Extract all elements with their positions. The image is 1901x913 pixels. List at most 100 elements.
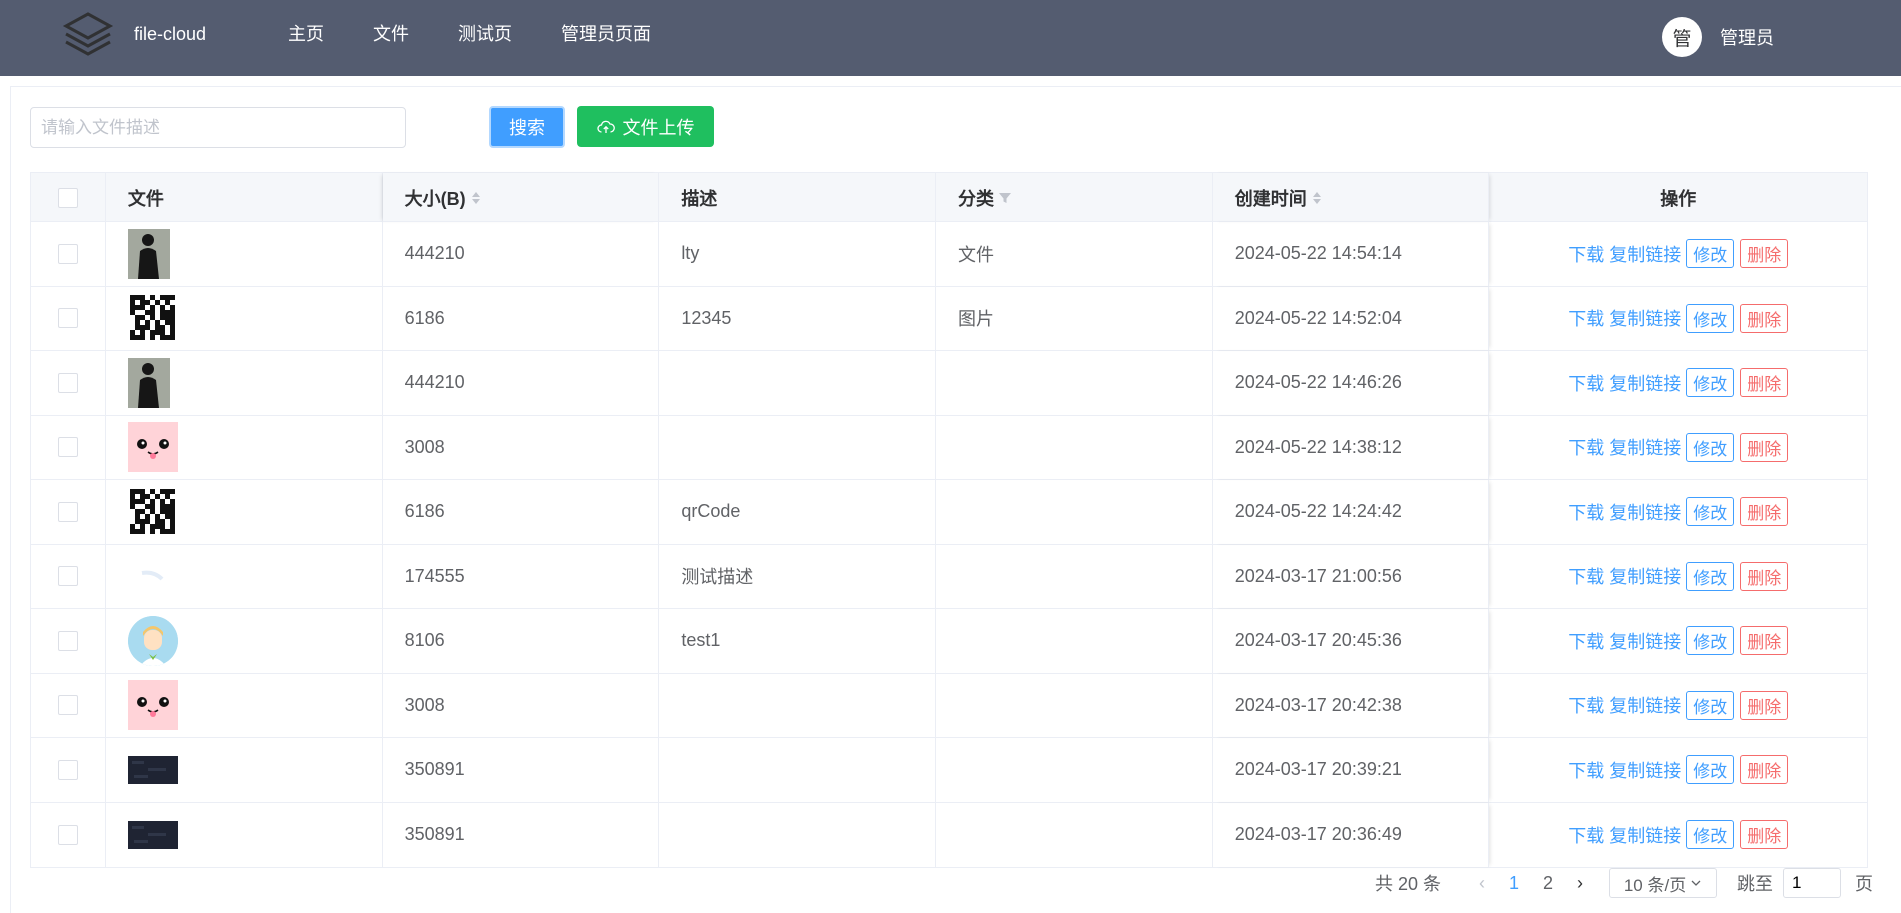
page-suffix: 页 bbox=[1855, 874, 1874, 894]
nav-item-test[interactable]: 测试页 bbox=[458, 20, 512, 46]
nav-item-files[interactable]: 文件 bbox=[373, 20, 409, 46]
next-page-icon[interactable]: › bbox=[1565, 873, 1595, 894]
desc-cell: 12345 bbox=[659, 286, 937, 350]
file-cell bbox=[106, 415, 383, 479]
search-input[interactable] bbox=[30, 107, 406, 148]
user-avatar[interactable]: 管 bbox=[1662, 17, 1702, 57]
sort-icon[interactable] bbox=[471, 191, 480, 204]
delete-button[interactable]: 删除 bbox=[1740, 755, 1789, 785]
delete-button[interactable]: 删除 bbox=[1740, 303, 1789, 333]
table-header: 文件 大小(B) 描述 分类 创建时间 操作 bbox=[31, 173, 1867, 222]
row-checkbox[interactable] bbox=[57, 630, 78, 651]
edit-button[interactable]: 修改 bbox=[1686, 497, 1735, 527]
edit-button[interactable]: 修改 bbox=[1686, 690, 1735, 720]
row-checkbox[interactable] bbox=[57, 824, 78, 845]
row-checkbox[interactable] bbox=[57, 308, 78, 329]
download-link[interactable]: 下载 bbox=[1568, 757, 1604, 783]
delete-button[interactable]: 删除 bbox=[1740, 690, 1789, 720]
edit-button[interactable]: 修改 bbox=[1686, 239, 1735, 269]
prev-page-icon[interactable]: ‹ bbox=[1467, 873, 1497, 894]
created-cell: 2024-03-17 20:45:36 bbox=[1213, 609, 1490, 673]
upload-button[interactable]: 文件上传 bbox=[577, 106, 714, 147]
header-category[interactable]: 分类 bbox=[936, 173, 1213, 222]
file-cell bbox=[106, 222, 383, 286]
row-checkbox[interactable] bbox=[57, 243, 78, 264]
upload-button-label: 文件上传 bbox=[622, 117, 695, 138]
download-link[interactable]: 下载 bbox=[1568, 499, 1604, 525]
edit-button[interactable]: 修改 bbox=[1686, 820, 1735, 850]
search-button[interactable]: 搜索 bbox=[489, 106, 565, 148]
copy-link[interactable]: 复制链接 bbox=[1609, 499, 1681, 525]
select-all-checkbox[interactable] bbox=[57, 187, 78, 208]
size-cell: 350891 bbox=[383, 738, 660, 802]
ops-cell: 下载 复制链接 修改 删除 bbox=[1489, 416, 1867, 480]
download-link[interactable]: 下载 bbox=[1568, 692, 1604, 718]
edit-button[interactable]: 修改 bbox=[1686, 561, 1735, 591]
row-checkbox[interactable] bbox=[57, 437, 78, 458]
filter-icon[interactable] bbox=[998, 192, 1012, 204]
ops-cell: 下载 复制链接 修改 删除 bbox=[1489, 609, 1867, 673]
copy-link[interactable]: 复制链接 bbox=[1609, 628, 1681, 654]
row-checkbox[interactable] bbox=[57, 566, 78, 587]
copy-link[interactable]: 复制链接 bbox=[1609, 370, 1681, 396]
delete-button[interactable]: 删除 bbox=[1740, 432, 1789, 462]
copy-link[interactable]: 复制链接 bbox=[1609, 434, 1681, 460]
edit-button[interactable]: 修改 bbox=[1686, 755, 1735, 785]
download-link[interactable]: 下载 bbox=[1568, 370, 1604, 396]
copy-link[interactable]: 复制链接 bbox=[1609, 757, 1681, 783]
copy-link[interactable]: 复制链接 bbox=[1609, 563, 1681, 589]
edit-button[interactable]: 修改 bbox=[1686, 626, 1735, 656]
download-link[interactable]: 下载 bbox=[1568, 305, 1604, 331]
row-checkbox[interactable] bbox=[57, 501, 78, 522]
page-2[interactable]: 2 bbox=[1531, 873, 1565, 894]
sort-icon[interactable] bbox=[1312, 191, 1321, 204]
header-size[interactable]: 大小(B) bbox=[383, 173, 660, 222]
row-checkbox[interactable] bbox=[57, 695, 78, 716]
created-cell: 2024-05-22 14:38:12 bbox=[1213, 415, 1490, 479]
row-checkbox[interactable] bbox=[57, 372, 78, 393]
download-link[interactable]: 下载 bbox=[1568, 628, 1604, 654]
download-link[interactable]: 下载 bbox=[1568, 241, 1604, 267]
delete-button[interactable]: 删除 bbox=[1740, 239, 1789, 269]
edit-button[interactable]: 修改 bbox=[1686, 303, 1735, 333]
row-checkbox[interactable] bbox=[57, 759, 78, 780]
created-cell: 2024-03-17 21:00:56 bbox=[1213, 544, 1490, 608]
edit-button[interactable]: 修改 bbox=[1686, 432, 1735, 462]
download-link[interactable]: 下载 bbox=[1568, 563, 1604, 589]
nav-item-admin[interactable]: 管理员页面 bbox=[561, 20, 651, 46]
category-cell bbox=[936, 351, 1213, 415]
jump-page-input[interactable] bbox=[1783, 868, 1842, 898]
delete-button[interactable]: 删除 bbox=[1740, 497, 1789, 527]
copy-link[interactable]: 复制链接 bbox=[1609, 822, 1681, 848]
header-desc: 描述 bbox=[659, 173, 937, 222]
delete-button[interactable]: 删除 bbox=[1740, 368, 1789, 398]
desc-cell bbox=[659, 673, 937, 737]
page-size-select[interactable]: 10 条/页 bbox=[1609, 868, 1718, 898]
delete-button[interactable]: 删除 bbox=[1740, 626, 1789, 656]
header-created[interactable]: 创建时间 bbox=[1213, 173, 1490, 222]
category-cell bbox=[936, 415, 1213, 479]
category-cell bbox=[936, 480, 1213, 544]
header-category-label: 分类 bbox=[958, 188, 995, 209]
download-link[interactable]: 下载 bbox=[1568, 434, 1604, 460]
row-select-cell bbox=[31, 738, 106, 802]
copy-link[interactable]: 复制链接 bbox=[1609, 305, 1681, 331]
copy-link[interactable]: 复制链接 bbox=[1609, 692, 1681, 718]
cute-face-thumbnail-image bbox=[127, 680, 178, 731]
file-thumbnail-image bbox=[127, 228, 170, 279]
copy-link[interactable]: 复制链接 bbox=[1609, 241, 1681, 267]
delete-button[interactable]: 删除 bbox=[1740, 561, 1789, 591]
nav-item-home[interactable]: 主页 bbox=[288, 20, 324, 46]
page-1[interactable]: 1 bbox=[1497, 873, 1531, 894]
edit-button[interactable]: 修改 bbox=[1686, 368, 1735, 398]
row-select-cell bbox=[31, 609, 106, 673]
download-link[interactable]: 下载 bbox=[1568, 822, 1604, 848]
delete-button[interactable]: 删除 bbox=[1740, 820, 1789, 850]
table-row: 6186 qrCode 2024-05-22 14:24:42 下载 复制链接 修改 删除 bbox=[31, 480, 1867, 545]
ops-cell: 下载 复制链接 修改 删除 bbox=[1489, 738, 1867, 802]
cloud-upload-icon bbox=[596, 120, 615, 133]
category-cell: 图片 bbox=[936, 286, 1213, 350]
user-name[interactable]: 管理员 bbox=[1720, 24, 1774, 50]
file-cell bbox=[106, 738, 383, 802]
table-row: 6186 12345 图片 2024-05-22 14:52:04 下载 复制链接 修改 删除 bbox=[31, 286, 1867, 351]
